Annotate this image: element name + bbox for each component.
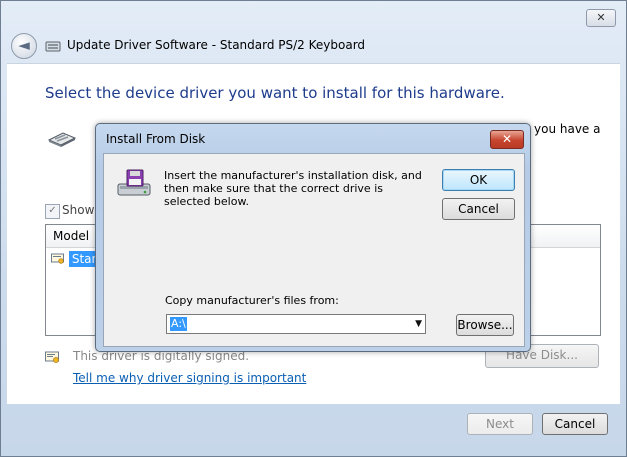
description-text: you have a bbox=[534, 122, 601, 136]
window-title: Update Driver Software - Standard PS/2 K… bbox=[67, 38, 366, 52]
close-icon[interactable]: ✕ bbox=[490, 130, 524, 149]
dialog-cancel-button[interactable]: Cancel bbox=[442, 198, 515, 220]
copy-from-label: Copy manufacturer's files from: bbox=[165, 294, 339, 307]
keyboard-icon bbox=[47, 132, 77, 147]
cancel-button[interactable]: Cancel bbox=[542, 413, 608, 435]
window-close-button[interactable]: ✕ bbox=[586, 9, 616, 27]
install-from-disk-dialog: Install From Disk ✕ Insert the manufactu… bbox=[95, 123, 531, 352]
ok-button[interactable]: OK bbox=[442, 169, 515, 191]
back-arrow-icon[interactable]: ◄ bbox=[11, 33, 37, 59]
next-button[interactable]: Next bbox=[467, 413, 533, 435]
dialog-title: Install From Disk bbox=[106, 132, 206, 146]
floppy-disk-icon bbox=[117, 169, 151, 196]
install-instructions: Insert the manufacturer's installation d… bbox=[164, 169, 422, 208]
copy-from-value: A:\ bbox=[170, 317, 187, 331]
browse-button[interactable]: Browse... bbox=[456, 314, 514, 336]
dialog-body: Insert the manufacturer's installation d… bbox=[103, 153, 525, 347]
certificate-icon bbox=[51, 253, 64, 264]
copy-from-combobox[interactable]: A:\ ▼ bbox=[166, 314, 426, 334]
certificate-icon bbox=[45, 351, 59, 363]
show-compatible-checkbox[interactable]: ✓ bbox=[45, 204, 60, 219]
show-compatible-label: Show bbox=[62, 203, 95, 217]
chevron-down-icon[interactable]: ▼ bbox=[415, 317, 422, 332]
keyboard-icon bbox=[45, 41, 61, 52]
driver-signing-link[interactable]: Tell me why driver signing is important bbox=[73, 371, 306, 385]
wizard-footer: Next Cancel bbox=[7, 402, 620, 450]
page-heading: Select the device driver you want to ins… bbox=[45, 84, 505, 102]
wizard-header: ◄ Update Driver Software - Standard PS/2… bbox=[7, 29, 620, 63]
